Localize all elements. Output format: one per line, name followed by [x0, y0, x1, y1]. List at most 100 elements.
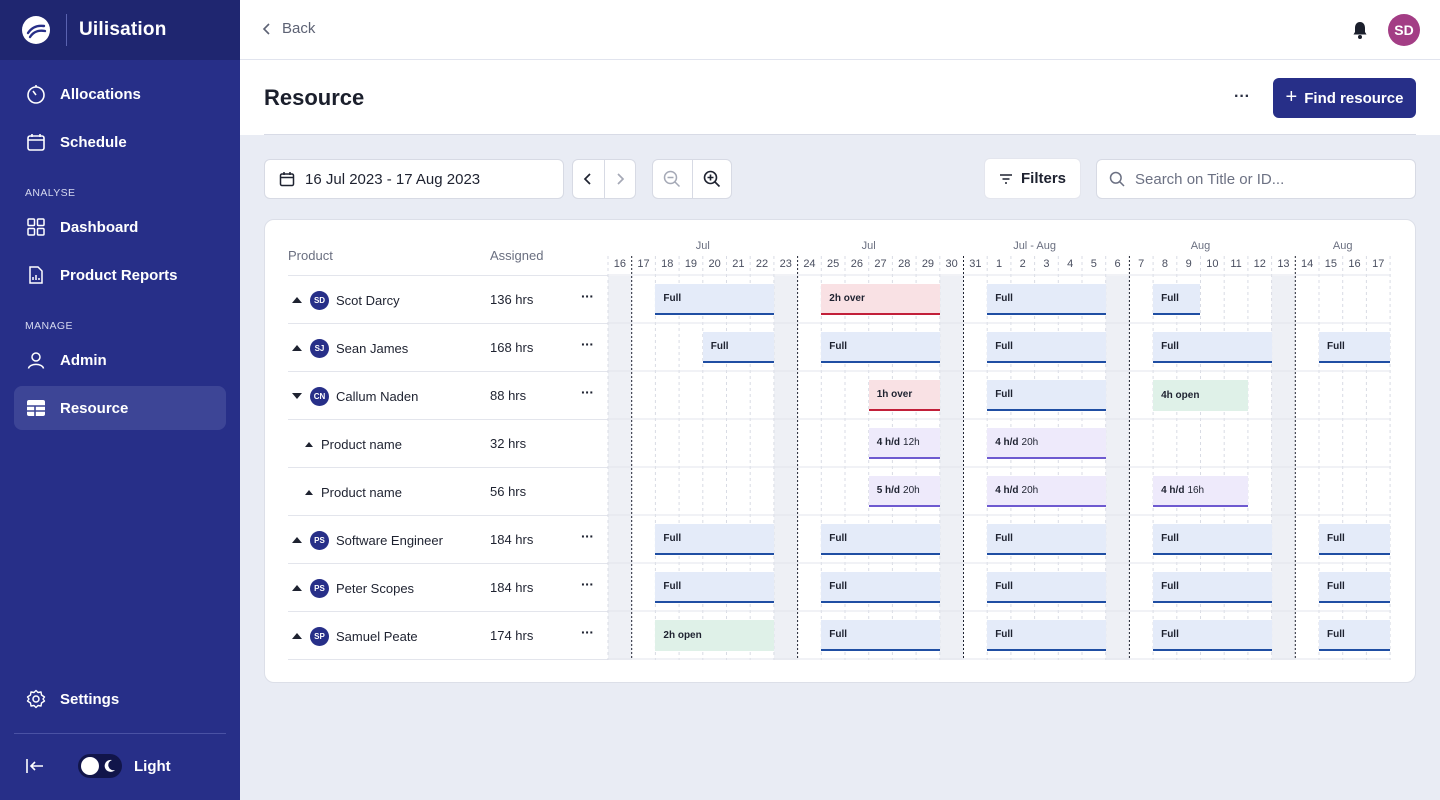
row-menu-button[interactable]: ··· [581, 528, 594, 544]
zoom-out-icon [664, 170, 681, 188]
zoom-in-button[interactable] [691, 160, 731, 198]
allocation-bar[interactable]: 1h over [868, 380, 940, 411]
sidebar-item-dashboard[interactable]: Dashboard [14, 205, 226, 249]
search-input[interactable] [1135, 170, 1405, 188]
sidebar-item-admin[interactable]: Admin [14, 338, 226, 382]
allocation-bar[interactable]: 2h over [821, 284, 940, 315]
sidebar-item-label: Product Reports [60, 266, 178, 284]
expand-caret-icon[interactable] [292, 345, 302, 351]
allocation-bar[interactable]: Full [821, 572, 940, 603]
allocation-bar[interactable]: Full [1153, 572, 1272, 603]
allocation-bar[interactable]: Full [1319, 572, 1391, 603]
allocation-bar[interactable]: Full [655, 524, 774, 555]
gear-icon [26, 689, 46, 709]
allocation-label: Full [1327, 533, 1345, 544]
collapse-caret-icon[interactable] [292, 393, 302, 399]
allocation-bar[interactable]: 4h open [1153, 380, 1248, 411]
column-header-assigned: Assigned [490, 248, 544, 263]
allocation-hours: 20h [903, 485, 920, 496]
collapse-sidebar-icon[interactable] [24, 756, 46, 776]
allocation-label: Full [995, 629, 1013, 640]
row-menu-button[interactable]: ··· [581, 576, 594, 592]
allocation-bar[interactable]: Full [1153, 524, 1272, 555]
next-button[interactable] [603, 160, 635, 198]
sidebar-item-label: Resource [60, 399, 129, 417]
allocation-bar[interactable]: Full [655, 572, 774, 603]
date-range-picker[interactable]: 16 Jul 2023 - 17 Aug 2023 [264, 159, 564, 199]
find-resource-button[interactable]: + Find resource [1273, 78, 1416, 118]
allocation-bar[interactable]: Full [821, 524, 940, 555]
allocation-label: Full [1161, 293, 1179, 304]
more-options-button[interactable]: ··· [1234, 88, 1250, 106]
allocation-bar[interactable]: Full [1319, 524, 1391, 555]
section-label-analyse: ANALYSE [25, 187, 76, 199]
allocation-bar[interactable]: Full [1153, 620, 1272, 651]
allocation-bar[interactable]: 2h open [655, 620, 774, 651]
allocation-label: Full [995, 533, 1013, 544]
sidebar-item-schedule[interactable]: Schedule [14, 120, 226, 164]
assigned-hours: 174 hrs [490, 628, 534, 643]
search-box [1096, 159, 1416, 199]
allocation-bar[interactable]: Full [1153, 332, 1272, 363]
expand-caret-icon[interactable] [305, 441, 313, 447]
previous-button[interactable] [573, 160, 604, 198]
row-menu-button[interactable]: ··· [581, 336, 594, 352]
allocation-bar[interactable]: 4 h/d 16h [1153, 476, 1248, 507]
allocation-bar[interactable]: Full [987, 524, 1106, 555]
allocation-label: Full [829, 581, 848, 592]
expand-caret-icon[interactable] [305, 489, 313, 495]
resource-row-name: SP Samuel Peate [292, 625, 418, 647]
assigned-hours: 184 hrs [490, 580, 534, 595]
avatar: SJ [310, 338, 329, 358]
sidebar-item-resource[interactable]: Resource [14, 386, 226, 430]
filters-button[interactable]: Filters [984, 158, 1081, 199]
bell-icon[interactable] [1350, 20, 1370, 40]
allocation-bar[interactable]: Full [987, 284, 1106, 315]
allocation-bar[interactable]: Full [702, 332, 774, 363]
expand-caret-icon[interactable] [292, 585, 302, 591]
allocation-bar[interactable]: Full [821, 332, 940, 363]
allocation-bar[interactable]: Full [987, 572, 1106, 603]
back-button[interactable]: Back [262, 20, 315, 37]
sidebar-item-product-reports[interactable]: Product Reports [14, 253, 226, 297]
sidebar-item-allocations[interactable]: Allocations [14, 72, 226, 116]
allocation-bar[interactable]: Full [1319, 332, 1391, 363]
assigned-hours: 184 hrs [490, 532, 534, 547]
allocation-bar[interactable]: Full [987, 620, 1106, 651]
theme-toggle[interactable] [78, 754, 122, 778]
product-row-name: Product name [305, 433, 402, 455]
user-icon [26, 350, 46, 370]
zoom-out-button[interactable] [653, 160, 692, 198]
allocation-bar[interactable]: Full [987, 380, 1106, 411]
allocation-bar[interactable]: Full [655, 284, 774, 315]
calendar-icon [26, 132, 46, 152]
row-name-text: Sean James [336, 340, 409, 356]
allocation-bar[interactable]: 4 h/d 20h [987, 428, 1106, 459]
row-menu-button[interactable]: ··· [581, 384, 594, 400]
sidebar-item-label: Allocations [60, 85, 141, 103]
user-avatar[interactable]: SD [1388, 14, 1420, 46]
allocation-bar[interactable]: Full [987, 332, 1106, 363]
sidebar-item-label: Settings [60, 690, 120, 708]
allocation-bar[interactable]: Full [821, 620, 940, 651]
toggle-knob [81, 757, 99, 775]
avatar: PS [310, 530, 329, 550]
row-menu-button[interactable]: ··· [581, 288, 594, 304]
expand-caret-icon[interactable] [292, 633, 302, 639]
expand-caret-icon[interactable] [292, 537, 302, 543]
resource-row-name: CN Callum Naden [292, 385, 418, 407]
assigned-hours: 88 hrs [490, 388, 527, 403]
allocation-label: 2h open [663, 630, 702, 641]
allocation-bar[interactable]: 5 h/d 20h [868, 476, 940, 507]
row-menu-button[interactable]: ··· [581, 624, 594, 640]
allocation-bar[interactable]: Full [1319, 620, 1391, 651]
sidebar-item-settings[interactable]: Settings [14, 677, 226, 721]
allocation-bar[interactable]: Full [1153, 284, 1201, 315]
allocation-bar[interactable]: 4 h/d 12h [868, 428, 940, 459]
find-resource-label: Find resource [1304, 89, 1404, 107]
allocation-bar[interactable]: 4 h/d 20h [987, 476, 1106, 507]
expand-caret-icon[interactable] [292, 297, 302, 303]
allocation-label: Full [1327, 341, 1345, 352]
allocation-label: Full [663, 581, 682, 592]
topbar: Back SD [240, 0, 1440, 60]
